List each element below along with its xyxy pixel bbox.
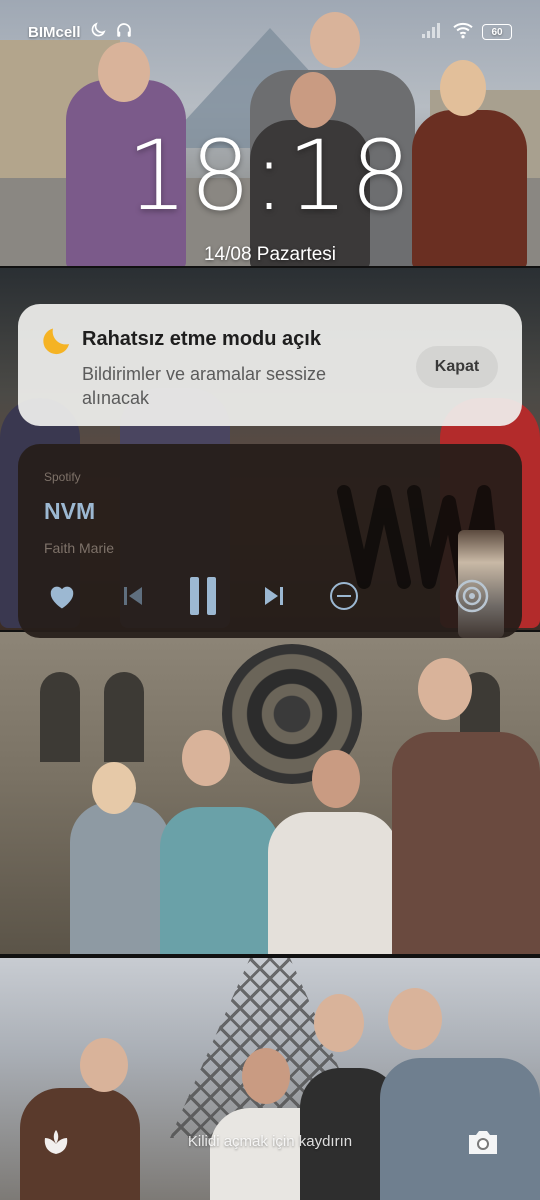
wifi-icon [452, 21, 474, 43]
track-artist: Faith Marie [44, 540, 115, 556]
dnd-body: Bildirimler ve aramalar sessize alınacak [82, 364, 327, 408]
player-app-name: Spotify [44, 470, 81, 484]
swipe-unlock-hint: Kilidi açmak için kaydırın [187, 1133, 353, 1150]
camera-icon[interactable] [466, 1126, 500, 1158]
moon-icon [89, 21, 107, 43]
next-icon[interactable] [250, 572, 298, 620]
wallpaper-panel-notre-dame [0, 632, 540, 954]
dnd-title: Rahatsız etme modu açık [82, 328, 321, 350]
heart-icon[interactable] [38, 572, 86, 620]
track-title: NVM [44, 498, 96, 524]
battery-icon: 60 [482, 24, 512, 40]
cast-icon[interactable] [452, 576, 492, 616]
previous-icon[interactable] [109, 572, 157, 620]
headphones-icon [115, 21, 133, 43]
status-bar: BIMcell 60 [0, 0, 540, 64]
status-left: BIMcell [28, 21, 133, 43]
dnd-close-button[interactable]: Kapat [416, 346, 498, 388]
status-right: 60 [422, 21, 512, 43]
signal-icon [422, 22, 444, 42]
pause-icon[interactable] [179, 572, 227, 620]
moon-icon [40, 324, 74, 358]
carrier-label: BIMcell [28, 23, 81, 41]
player-controls [38, 572, 368, 620]
media-player[interactable]: Spotify NVM Faith Marie [18, 444, 522, 638]
minus-circle-icon[interactable] [320, 572, 368, 620]
wallpaper-panel-eiffel [0, 958, 540, 1200]
lock-date: 14/08 Pazartesi [203, 244, 337, 265]
dnd-notification[interactable]: Rahatsız etme modu açık Bildirimler ve a… [18, 304, 522, 426]
battery-level: 60 [491, 26, 503, 38]
lock-clock: 18:18 [126, 120, 414, 232]
